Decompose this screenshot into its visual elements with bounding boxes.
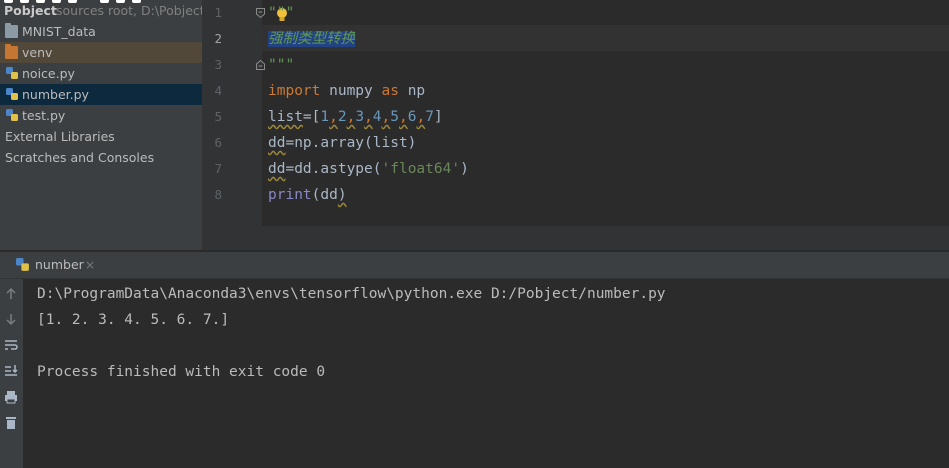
tree-item-venv[interactable]: venv <box>0 42 202 63</box>
code-line-1: """ <box>268 0 294 26</box>
code-token: list <box>268 109 303 125</box>
line-number: 3 <box>214 57 222 72</box>
project-root-row[interactable]: Pobject sources root, D:\Pobject <box>0 0 202 22</box>
run-panel-header: number × <box>0 252 949 279</box>
code-token: =np.array(list) <box>285 135 417 151</box>
folder-icon <box>5 23 18 38</box>
number-token: 4 <box>372 109 382 125</box>
tree-item-label: venv <box>22 45 53 60</box>
code-token: (dd <box>311 187 338 203</box>
run-toolbar <box>0 279 23 468</box>
editor-bottom-area <box>202 226 949 250</box>
code-line-6: dd=np.array(list) <box>268 130 416 156</box>
tree-item-test-py[interactable]: test.py <box>0 105 202 126</box>
code-token: =dd.astype( <box>285 161 382 177</box>
console-line: Process finished with exit code 0 <box>37 364 326 380</box>
code-token: np <box>398 83 426 99</box>
current-line-highlight <box>262 25 949 51</box>
code-token: ) <box>460 161 469 177</box>
tree-item-label: number.py <box>22 87 89 102</box>
tree-item-label: Scratches and Consoles <box>5 150 155 165</box>
tree-item-label: External Libraries <box>5 129 115 144</box>
docstring-token: """ <box>268 57 295 73</box>
code-line-4: import numpy as np <box>268 78 425 104</box>
run-tab-label: number <box>35 257 84 272</box>
line-number: 4 <box>214 83 222 98</box>
number-token: 1 <box>320 109 330 125</box>
line-number: 5 <box>214 109 222 124</box>
python-file-icon <box>6 88 18 100</box>
project-tool-window: Pobject sources root, D:\Pobject MNIST_d… <box>0 0 202 250</box>
code-token: =[ <box>302 109 321 125</box>
code-line-7: dd=dd.astype('float64') <box>268 156 469 182</box>
number-token: 2 <box>337 109 347 125</box>
line-number: 2 <box>214 31 222 46</box>
tree-item-label: MNIST_data <box>22 24 96 39</box>
console-line: [1. 2. 3. 4. 5. 6. 7.] <box>37 312 230 328</box>
trash-icon[interactable] <box>2 414 20 432</box>
code-line-5: list=[1,2,3,4,5,6,7] <box>268 109 443 125</box>
builtin-token: print <box>268 187 312 203</box>
project-root-hint: sources root, D:\Pobject <box>56 3 202 18</box>
string-token: 'float64' <box>381 161 461 177</box>
number-token: 7 <box>425 109 434 125</box>
tree-item-noice-py[interactable]: noice.py <box>0 63 202 84</box>
code-line-3: """ <box>268 52 294 78</box>
code-token: dd <box>268 161 286 177</box>
arrow-up-icon[interactable] <box>2 285 20 303</box>
line-number-gutter: 1 2 3 4 5 6 7 8 <box>202 0 265 226</box>
console-line: D:\ProgramData\Anaconda3\envs\tensorflow… <box>37 286 666 302</box>
tree-item-mnist-data[interactable]: MNIST_data <box>0 21 202 42</box>
code-line-8: print(dd) <box>268 182 347 208</box>
console-output[interactable]: D:\ProgramData\Anaconda3\envs\tensorflow… <box>23 279 949 468</box>
project-root-name: Pobject <box>4 3 57 18</box>
code-token: dd <box>268 135 286 151</box>
line-number: 6 <box>214 135 222 150</box>
soft-wrap-icon[interactable] <box>2 336 20 354</box>
code-token: ] <box>433 109 443 125</box>
code-line-2: 强制类型转换 <box>268 26 355 52</box>
arrow-down-icon[interactable] <box>2 310 20 328</box>
folder-icon <box>5 44 18 59</box>
selected-docstring-text: 强制类型转换 <box>268 31 355 47</box>
close-icon[interactable]: × <box>85 252 95 278</box>
python-file-icon <box>6 109 18 121</box>
keyword-token: as <box>381 83 399 99</box>
number-token: 3 <box>355 109 365 125</box>
fold-marker-icon[interactable] <box>256 60 265 70</box>
tree-item-label: noice.py <box>22 66 75 81</box>
print-icon[interactable] <box>2 388 20 406</box>
keyword-token: import <box>268 83 321 99</box>
tree-item-external-libraries[interactable]: External Libraries <box>0 126 202 147</box>
number-token: 5 <box>390 109 399 125</box>
scroll-to-end-icon[interactable] <box>2 362 20 380</box>
fold-marker-icon[interactable] <box>256 8 265 18</box>
line-number: 7 <box>214 161 222 176</box>
docstring-token: """ <box>268 5 295 21</box>
python-run-icon <box>16 258 29 271</box>
python-file-icon <box>6 67 18 79</box>
code-editor[interactable]: 1 2 3 4 5 6 7 8 """ 强制类型转换 """ import nu… <box>202 0 949 250</box>
line-number: 1 <box>214 5 222 20</box>
line-number: 8 <box>214 187 222 202</box>
tree-item-label: test.py <box>22 108 66 123</box>
tree-item-number-py[interactable]: number.py <box>0 84 202 105</box>
code-token: ) <box>337 187 347 203</box>
code-token: numpy <box>320 83 382 99</box>
tree-item-scratches-consoles[interactable]: Scratches and Consoles <box>0 147 202 168</box>
